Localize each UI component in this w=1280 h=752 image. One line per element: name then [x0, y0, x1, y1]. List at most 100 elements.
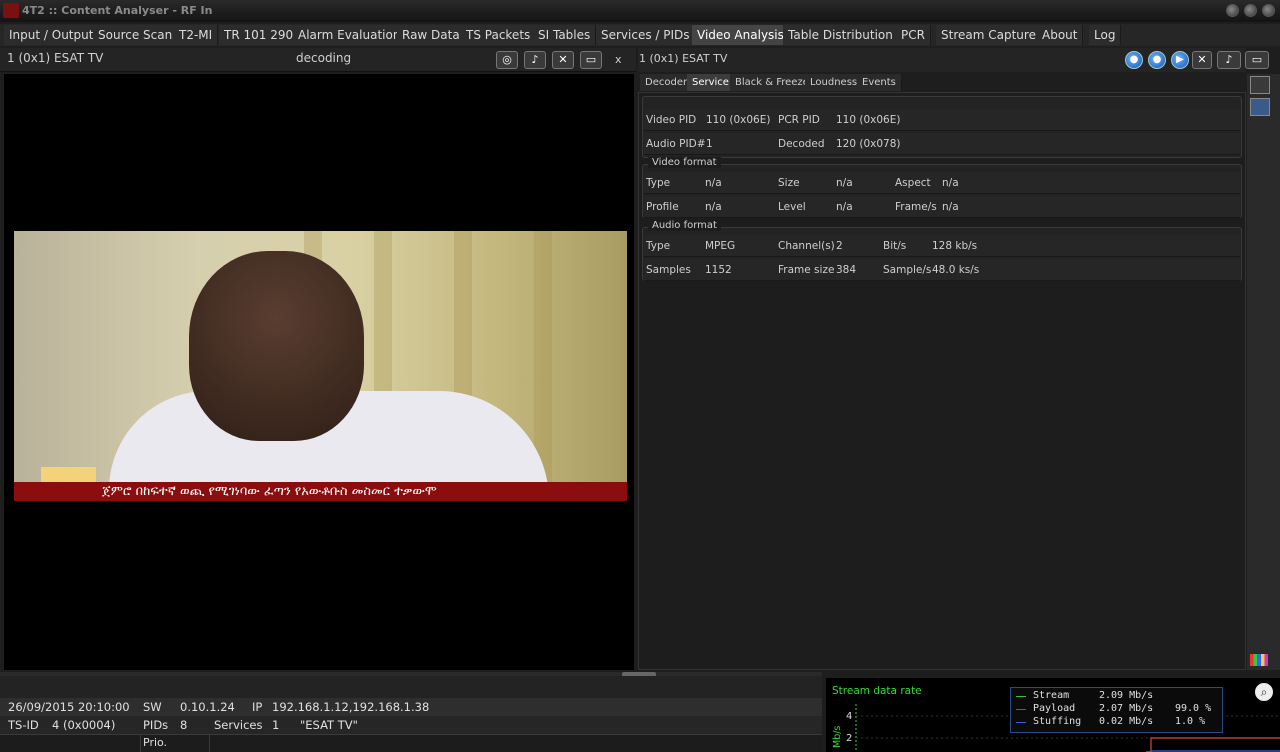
audio-type-label: Type — [646, 240, 671, 252]
maximize-icon[interactable] — [1244, 4, 1257, 17]
menu-ts-packets[interactable]: TS Packets — [461, 25, 537, 45]
app-title: 4T2 :: Content Analyser - RF In — [22, 4, 213, 17]
menu-log[interactable]: Log — [1089, 25, 1122, 45]
video-size-value: n/a — [836, 177, 853, 189]
close-video-button[interactable]: x — [615, 53, 622, 66]
services-value: 1 — [272, 718, 280, 732]
chart-series-line — [1146, 737, 1280, 752]
service-name: "ESAT TV" — [300, 718, 358, 732]
legend-entry-text: 2.09 Mb/s — [1099, 690, 1154, 701]
app-logo-icon — [3, 3, 19, 18]
tab-service[interactable]: Service — [687, 74, 735, 91]
menu-services-pids[interactable]: Services / PIDs — [596, 25, 696, 45]
audio-pid-value: 1 — [706, 138, 713, 150]
pids-label: PIDs — [143, 718, 169, 732]
grid-view-icon[interactable] — [1250, 98, 1270, 116]
video-aspect-label: Aspect — [895, 177, 931, 189]
audio-bits-value: 128 kb/s — [932, 240, 978, 252]
legend-entry-text: 99.0 % — [1175, 703, 1212, 714]
menu-t2-mi[interactable]: T2-MI — [174, 25, 219, 45]
video-profile-label: Profile — [646, 201, 679, 213]
mute-icon[interactable]: ♪ — [1217, 51, 1241, 69]
analysis-service-label: 1 (0x1) ESAT TV — [639, 52, 728, 65]
ip-value: 192.168.1.12,192.168.1.38 — [272, 700, 430, 714]
video-type-label: Type — [646, 177, 671, 189]
settings-icon[interactable]: ✕ — [1192, 51, 1212, 69]
video-frames-value: n/a — [942, 201, 959, 213]
menu-alarm-evaluation[interactable]: Alarm Evaluation — [293, 25, 407, 45]
menu-stream-capture[interactable]: Stream Capture — [936, 25, 1042, 45]
video-pid-value: 110 (0x06E) — [706, 114, 771, 126]
record-icon[interactable]: ◎ — [496, 51, 518, 69]
legend-entry-text: Stuffing — [1033, 716, 1082, 727]
audio-type-value: MPEG — [705, 240, 736, 252]
forward-icon[interactable]: ▶ — [1171, 51, 1189, 69]
chart-ytick-label: 2 — [846, 733, 852, 744]
chart-ylabel: Mb/s — [832, 726, 843, 748]
menu-table-distribution[interactable]: Table Distribution — [783, 25, 899, 45]
step-icon[interactable]: ● — [1148, 51, 1166, 69]
sw-label: SW — [143, 700, 162, 714]
monitor-icon[interactable]: ▭ — [580, 51, 602, 69]
decoding-status: decoding — [296, 51, 352, 65]
tsid-value: 4 (0x0004) — [52, 718, 116, 732]
decoded-value: 120 (0x078) — [836, 138, 901, 150]
video-level-value: n/a — [836, 201, 853, 213]
ip-label: IP — [252, 700, 263, 714]
tsid-label: TS-ID — [8, 718, 39, 732]
audio-samples-label: Samples — [646, 264, 691, 276]
news-ticker: ጀምሮ በከፍተኛ ወጪ የሚገነባው ፈጣን የአውቶቡስ መስመር ተቃውሞ — [14, 482, 627, 501]
audio-frame-size-value: 384 — [836, 264, 857, 276]
datetime: 26/09/2015 20:10:00 — [8, 700, 130, 714]
legend-swatch — [1016, 696, 1026, 697]
video-aspect-value: n/a — [942, 177, 959, 189]
audio-format-title: Audio format — [648, 220, 721, 231]
video-service-label: 1 (0x1) ESAT TV — [7, 51, 104, 65]
video-frame: ESAT ጀምሮ በከፍተኛ ወጪ የሚገነባው ፈጣን የአውቶቡስ መስመር… — [14, 231, 627, 501]
minimize-icon[interactable] — [1226, 4, 1239, 17]
audio-sample-rate-label: Sample/s — [883, 264, 932, 276]
speaker-icon[interactable]: ♪ — [524, 51, 546, 69]
tab-decoder[interactable]: Decoder — [640, 74, 694, 91]
menu-about[interactable]: About — [1037, 25, 1084, 45]
audio-channels-value: 2 — [836, 240, 843, 252]
zoom-icon[interactable]: ⌕ — [1255, 683, 1273, 701]
pids-value: 8 — [180, 718, 188, 732]
color-bars-icon[interactable] — [1250, 654, 1268, 666]
video-level-label: Level — [778, 201, 806, 213]
audio-pid-label: Audio PID# — [646, 138, 706, 150]
video-profile-value: n/a — [705, 201, 722, 213]
side-toolbar — [1247, 74, 1280, 670]
legend-swatch — [1016, 709, 1026, 710]
legend-entry-text: Stream — [1033, 690, 1070, 701]
window-icon[interactable] — [1250, 76, 1270, 94]
tab-loudness[interactable]: Loudness — [805, 74, 864, 91]
menu-pcr[interactable]: PCR — [896, 25, 931, 45]
menu-input-output[interactable]: Input / Output — [4, 25, 100, 45]
pid-row-2 — [644, 133, 1240, 155]
audio-bits-label: Bit/s — [883, 240, 907, 252]
display-icon[interactable]: ▭ — [1245, 51, 1269, 69]
play-icon[interactable]: ● — [1125, 51, 1143, 69]
audio-channels-label: Channel(s) — [778, 240, 835, 252]
video-pid-label: Video PID — [646, 114, 697, 126]
tab-events[interactable]: Events — [857, 74, 902, 91]
close-window-icon[interactable] — [1262, 4, 1275, 17]
chart-series-line — [1146, 737, 1280, 752]
sw-version: 0.10.1.24 — [180, 700, 235, 714]
video-frames-label: Frame/s — [895, 201, 937, 213]
legend-entry-text: 0.02 Mb/s — [1099, 716, 1154, 727]
menu-tr-101-290[interactable]: TR 101 290 — [219, 25, 300, 45]
legend-swatch — [1016, 722, 1026, 723]
decoded-label: Decoded — [778, 138, 825, 150]
menu-source-scan[interactable]: Source Scan — [93, 25, 179, 45]
menu-si-tables[interactable]: SI Tables — [533, 25, 597, 45]
status-row-blank — [0, 676, 822, 698]
tab-black-freeze[interactable]: Black & Freeze — [730, 74, 815, 91]
tools-icon[interactable]: ✕ — [552, 51, 574, 69]
chart-title: Stream data rate — [832, 685, 922, 697]
pcr-pid-label: PCR PID — [778, 114, 820, 126]
chart-ytick-label: 4 — [846, 711, 852, 722]
menu-raw-data[interactable]: Raw Data — [397, 25, 466, 45]
menu-video-analysis[interactable]: Video Analysis — [692, 25, 790, 45]
